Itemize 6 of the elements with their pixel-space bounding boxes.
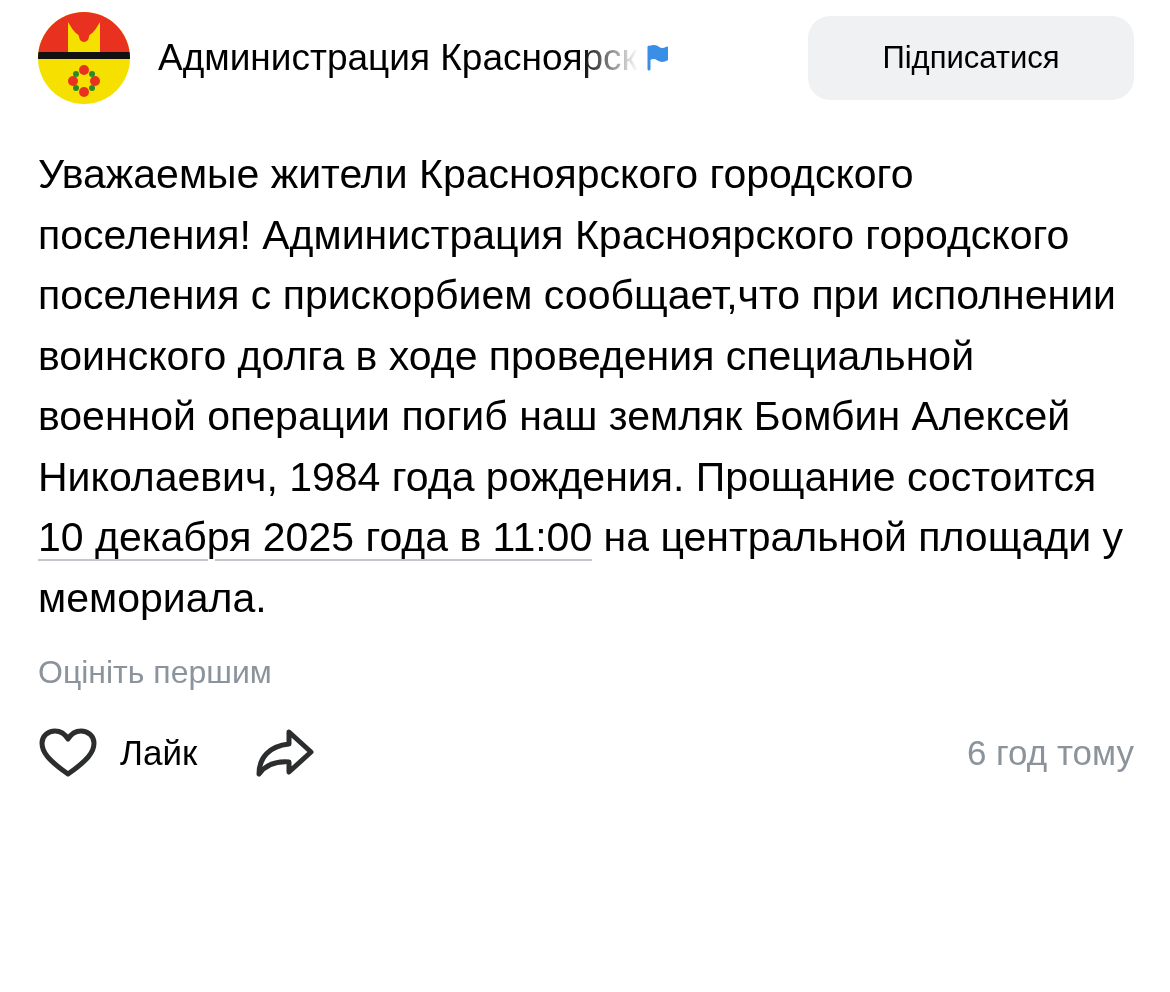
like-button[interactable]: Лайк [38,727,198,779]
date-link[interactable]: 10 декабря 2025 года в 11:00 [38,514,593,560]
post-time: 6 год тому [966,733,1134,773]
author-name[interactable]: Администрация Красноярск [158,37,638,79]
subscribe-button[interactable]: Підписатися [808,16,1134,100]
post-text: Уважаемые жители Красноярского городского поселения! Администрация Красноярского городского поселения с прискорбием сообщает,что при исполнении воинского долга в ходе проведения специальной военной операции погиб наш земляк Бомбин Алексей Николаевич, 1984 года рождения. Прощание состоится 10 декабря 2025 года в 11:00 на центральной площади у мемориала. [38,150,1124,623]
